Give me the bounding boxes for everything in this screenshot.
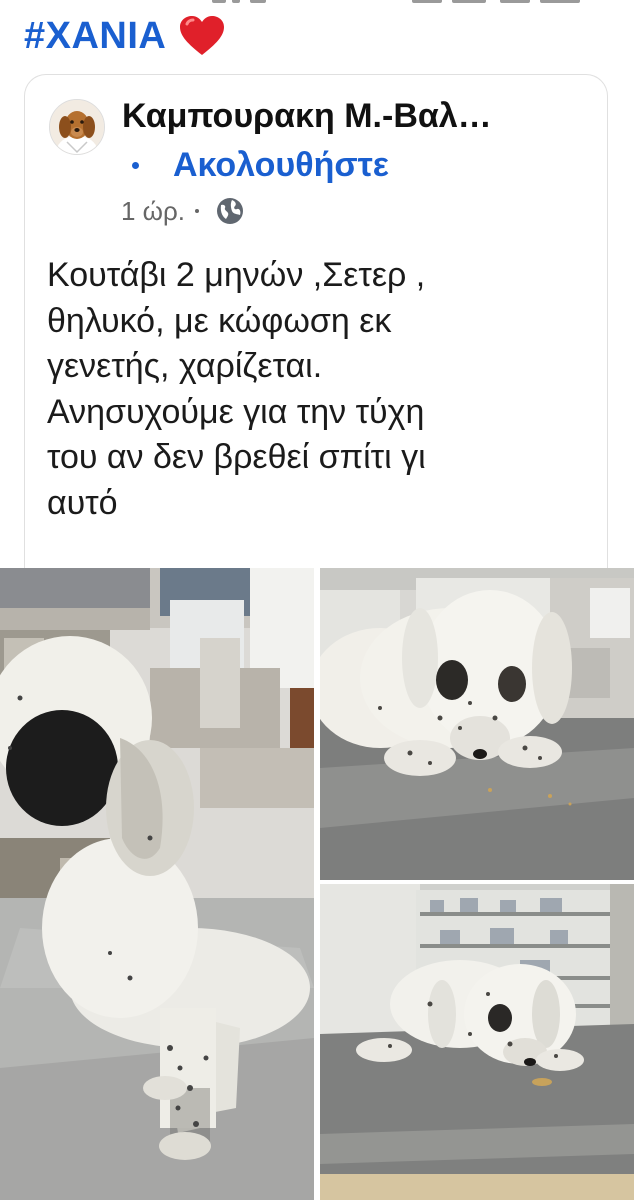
author-avatar[interactable] (49, 99, 105, 155)
puppy-standing-photo[interactable] (0, 568, 314, 1200)
separator-dot (195, 209, 199, 213)
hashtag-line: #ΧΑΝΙΑ (24, 12, 226, 60)
author-name[interactable]: Καμπουρακη Μ.-Βαλ… (122, 97, 582, 136)
status-bar (0, 0, 634, 8)
globe-icon (217, 198, 243, 224)
follow-row: Ακολουθήστε (132, 145, 389, 185)
puppy-lying-photo[interactable] (320, 568, 634, 880)
puppy-on-table-photo[interactable] (320, 884, 634, 1200)
red-heart-icon (180, 16, 225, 55)
shared-post-card[interactable]: Καμπουρακη Μ.-Βαλ… Ακολουθήστε 1 ώρ. Κου… (24, 74, 608, 594)
follow-button[interactable]: Ακολουθήστε (173, 146, 389, 185)
post-timestamp[interactable]: 1 ώρ. (121, 196, 185, 227)
post-meta: 1 ώρ. (121, 193, 245, 229)
separator-dot (132, 161, 139, 169)
hashtag-link[interactable]: #ΧΑΝΙΑ (24, 15, 166, 58)
post-text: Κουτάβι 2 μηνών ,Σετερ , θηλυκό, με κώφω… (47, 256, 426, 522)
